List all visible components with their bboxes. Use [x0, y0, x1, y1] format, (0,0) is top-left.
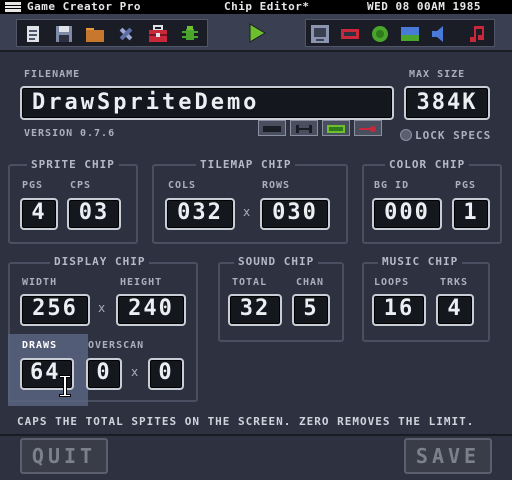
tool-group-right: [305, 19, 495, 47]
app-name[interactable]: Game Creator Pro: [27, 0, 141, 14]
tilemap-times: x: [243, 205, 251, 219]
sound-icon[interactable]: [429, 23, 451, 45]
play-icon[interactable]: [246, 22, 268, 44]
tilemap-chip-title: TILEMAP CHIP: [196, 158, 296, 171]
version-label: VERSION: [24, 128, 74, 139]
music-trks-label: TRKS: [440, 277, 469, 288]
sound-chan-label: CHAN: [296, 277, 325, 288]
sprite-cps-field[interactable]: 03: [67, 198, 121, 230]
color-bgid-label: BG ID: [374, 180, 410, 191]
clock: WED 08 00AM 1985: [367, 0, 481, 13]
text-cursor-icon: [58, 374, 72, 398]
save-icon[interactable]: [53, 23, 75, 45]
sound-total-field[interactable]: 32: [228, 294, 282, 326]
music-loops-label: LOOPS: [374, 277, 410, 288]
app-logo-icon[interactable]: [5, 2, 21, 12]
save-button[interactable]: SAVE: [404, 438, 492, 474]
folder-icon[interactable]: [84, 23, 106, 45]
tilemap-rows-label: ROWS: [262, 180, 291, 191]
menu-bar: Game Creator Pro Chip Editor* WED 08 00A…: [0, 0, 512, 14]
lock-specs-toggle[interactable]: [400, 129, 412, 141]
display-overscan-y-field[interactable]: 0: [148, 358, 184, 390]
toolbar: [0, 14, 512, 52]
bug-icon[interactable]: [179, 23, 201, 45]
max-size-label: MAX SIZE: [409, 69, 466, 80]
sprite-icon[interactable]: [339, 23, 361, 45]
sprite-pgs-label: PGS: [22, 180, 44, 191]
sound-total-label: TOTAL: [232, 277, 268, 288]
preset-memory-icon[interactable]: [322, 120, 350, 136]
computer-icon[interactable]: [309, 23, 331, 45]
sprite-chip-title: SPRITE CHIP: [27, 158, 119, 171]
tool-group-left: [16, 19, 208, 47]
color-pgs-field[interactable]: 1: [452, 198, 490, 230]
music-loops-field[interactable]: 16: [372, 294, 426, 326]
briefcase-icon[interactable]: [147, 23, 169, 45]
display-height-field[interactable]: 240: [116, 294, 186, 326]
lock-specs-label: LOCK SPECS: [415, 129, 492, 142]
filename-label: FILENAME: [24, 69, 81, 80]
help-text: CAPS THE TOTAL SPITES ON THE SCREEN. ZER…: [17, 415, 475, 428]
tilemap-rows-field[interactable]: 030: [260, 198, 330, 230]
preset-sprite-icon[interactable]: [258, 120, 286, 136]
music-icon[interactable]: [466, 23, 488, 45]
sound-chan-field[interactable]: 5: [292, 294, 330, 326]
overscan-times: x: [131, 365, 139, 379]
sound-chip-title: SOUND CHIP: [234, 255, 319, 268]
color-chip-title: COLOR CHIP: [385, 158, 470, 171]
display-chip-title: DISPLAY CHIP: [50, 255, 150, 268]
file-icon[interactable]: [22, 23, 44, 45]
display-height-label: HEIGHT: [120, 277, 163, 288]
display-overscan-x-field[interactable]: 0: [86, 358, 122, 390]
chip-presets: [258, 120, 384, 138]
display-width-field[interactable]: 256: [20, 294, 90, 326]
color-pgs-label: PGS: [455, 180, 477, 191]
display-times: x: [98, 301, 106, 315]
sprite-cps-label: CPS: [70, 180, 92, 191]
music-chip-title: MUSIC CHIP: [378, 255, 463, 268]
version-value: 0.7.6: [80, 128, 116, 139]
music-trks-field[interactable]: 4: [436, 294, 474, 326]
display-draws-label: DRAWS: [22, 340, 58, 351]
tilemap-cols-label: COLS: [168, 180, 197, 191]
display-overscan-label: OVERSCAN: [88, 340, 145, 351]
quit-button[interactable]: QUIT: [20, 438, 108, 474]
tilemap-icon[interactable]: [369, 23, 391, 45]
sprite-pgs-field[interactable]: 4: [20, 198, 58, 230]
color-bgid-field[interactable]: 000: [372, 198, 442, 230]
display-width-label: WIDTH: [22, 277, 58, 288]
tools-icon[interactable]: [115, 23, 137, 45]
window-title: Chip Editor*: [224, 0, 310, 13]
max-size-field[interactable]: 384K: [404, 86, 490, 120]
preset-tools-icon[interactable]: [290, 120, 318, 136]
tilemap-cols-field[interactable]: 032: [165, 198, 235, 230]
landscape-icon[interactable]: [399, 23, 421, 45]
preset-key-icon[interactable]: [354, 120, 382, 136]
filename-input[interactable]: DrawSpriteDemo: [20, 86, 394, 120]
footer-divider: [0, 434, 512, 436]
